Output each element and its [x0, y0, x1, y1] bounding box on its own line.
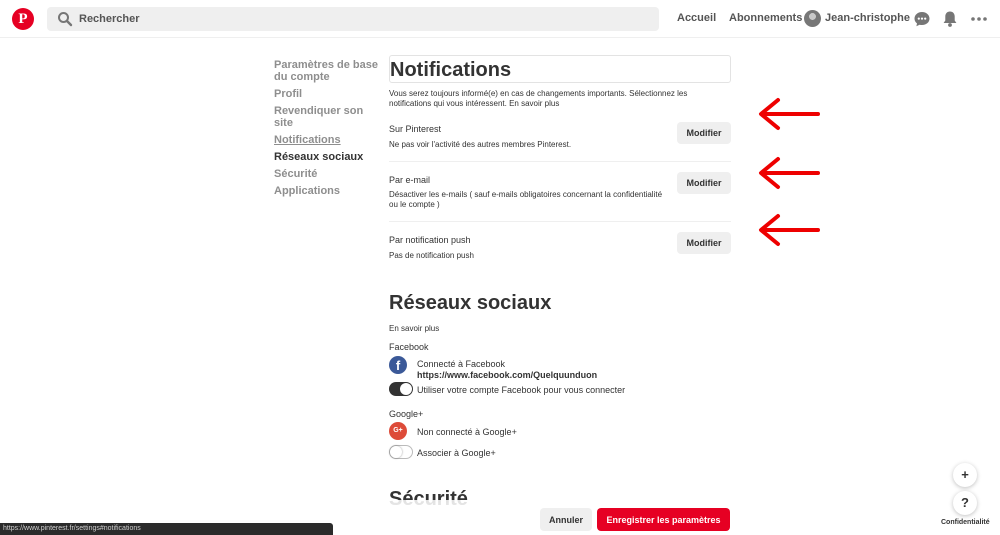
google-toggle-label: Associer à Google+: [417, 448, 496, 458]
notifications-description: Vous serez toujours informé(e) en cas de…: [389, 89, 688, 108]
notifications-bell-icon[interactable]: [941, 10, 959, 28]
facebook-label: Facebook: [389, 342, 429, 352]
sidebar-item-profile[interactable]: Profil: [274, 88, 384, 100]
pinterest-logo[interactable]: P: [12, 8, 34, 30]
toggle-knob: [390, 446, 402, 458]
cancel-button[interactable]: Annuler: [540, 508, 592, 531]
facebook-icon: f: [389, 356, 407, 374]
modify-email-button[interactable]: Modifier: [677, 172, 731, 194]
annotation-arrow-icon: [759, 98, 820, 130]
sidebar-item-claim-site[interactable]: Revendiquer son site: [274, 105, 384, 129]
user-avatar[interactable]: [804, 10, 821, 27]
more-options-icon[interactable]: [970, 10, 988, 28]
google-label: Google+: [389, 409, 424, 419]
facebook-profile-url[interactable]: https://www.facebook.com/Quelquunduon: [417, 370, 597, 380]
annotation-arrow-icon: [759, 157, 820, 189]
setting-label: Par e-mail: [389, 175, 431, 185]
sidebar-item-security[interactable]: Sécurité: [274, 168, 384, 180]
browser-status-url: https://www.pinterest.fr/settings#notifi…: [0, 523, 333, 535]
setting-label: Sur Pinterest: [389, 124, 442, 134]
create-plus-button[interactable]: +: [953, 463, 977, 487]
messages-icon[interactable]: [913, 10, 931, 28]
save-settings-button[interactable]: Enregistrer les paramètres: [597, 508, 730, 531]
google-link-toggle[interactable]: [389, 445, 413, 459]
social-section-title: Réseaux sociaux: [389, 292, 552, 314]
sidebar-item-social-networks[interactable]: Réseaux sociaux: [274, 151, 384, 163]
search-bar[interactable]: [47, 7, 659, 31]
modify-push-button[interactable]: Modifier: [677, 232, 731, 254]
setting-description: Désactiver les e-mails ( sauf e-mails ob…: [389, 190, 663, 209]
setting-description: Pas de notification push: [389, 251, 474, 260]
sidebar-item-notifications[interactable]: Notifications: [274, 134, 384, 146]
divider: [389, 161, 731, 162]
social-learn-more-link[interactable]: En savoir plus: [389, 324, 439, 333]
page-title: Notifications: [389, 55, 731, 83]
facebook-status: Connecté à Facebook: [417, 359, 506, 369]
help-button[interactable]: ?: [953, 491, 977, 515]
search-icon: [58, 12, 73, 27]
divider: [389, 221, 731, 222]
modify-pinterest-button[interactable]: Modifier: [677, 122, 731, 144]
search-input[interactable]: [79, 7, 639, 31]
toggle-knob: [400, 383, 412, 395]
sidebar-item-basic-settings[interactable]: Paramètres de base du compte: [274, 59, 384, 83]
facebook-toggle-label: Utiliser votre compte Facebook pour vous…: [417, 385, 626, 395]
nav-user-link[interactable]: Jean-christophe: [825, 12, 910, 24]
annotation-arrow-icon: [759, 214, 820, 246]
privacy-link[interactable]: Confidentialité: [941, 519, 990, 526]
top-header: P Accueil Abonnements Jean-christophe: [0, 0, 1000, 38]
nav-home-link[interactable]: Accueil: [677, 12, 716, 24]
facebook-login-toggle[interactable]: [389, 382, 413, 396]
google-status: Non connecté à Google+: [417, 427, 517, 437]
setting-description: Ne pas voir l'activité des autres membre…: [389, 140, 572, 149]
sidebar-item-applications[interactable]: Applications: [274, 185, 384, 197]
google-plus-icon: G+: [389, 422, 407, 440]
setting-label: Par notification push: [389, 235, 471, 245]
nav-following-link[interactable]: Abonnements: [729, 12, 802, 24]
settings-sidebar: Paramètres de base du compte Profil Reve…: [274, 59, 384, 202]
notifications-section: Notifications Vous serez toujours inform…: [389, 55, 731, 109]
